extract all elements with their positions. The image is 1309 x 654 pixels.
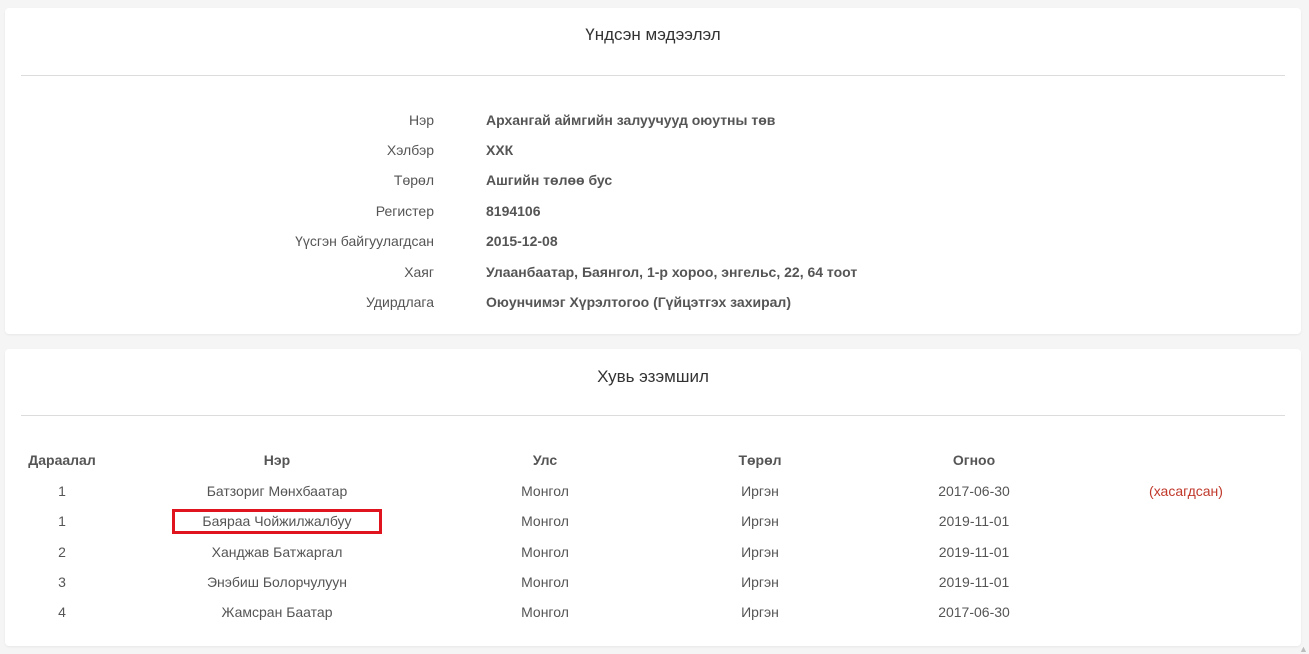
cell-type: Иргэн — [700, 604, 820, 620]
info-row-management: Удирдлага Оюунчимэг Хүрэлтогоо (Гүйцэтгэ… — [5, 294, 1301, 314]
info-row-type: Төрөл Ашгийн төлөө бус — [5, 172, 1301, 192]
info-row-founded: Үүсгэн байгуулагдсан 2015-12-08 — [5, 233, 1301, 253]
info-value: 2015-12-08 — [486, 233, 558, 249]
header-type: Төрөл — [700, 452, 820, 468]
cell-type: Иргэн — [700, 513, 820, 529]
removed-note: (хасагдсан) — [1116, 483, 1256, 499]
header-country: Улс — [485, 452, 605, 468]
cell-date: 2019-11-01 — [914, 544, 1034, 560]
info-label: Нэр — [409, 112, 434, 128]
cell-type: Иргэн — [700, 483, 820, 499]
basic-info-title: Үндсэн мэдээлэл — [5, 25, 1301, 45]
highlight-box: Баяраа Чойжилжалбуу — [172, 509, 381, 534]
cell-date: 2017-06-30 — [914, 604, 1034, 620]
cell-country: Монгол — [485, 544, 605, 560]
table-row: 4 Жамсран Баатар Монгол Иргэн 2017-06-30 — [5, 604, 1301, 624]
header-seq: Дараалал — [22, 452, 102, 468]
cell-seq: 3 — [22, 574, 102, 590]
cell-name-highlighted: Баяраа Чойжилжалбуу — [157, 513, 397, 534]
info-value: Улаанбаатар, Баянгол, 1-р хороо, энгельс… — [486, 264, 857, 280]
table-row: 3 Энэбиш Болорчулуун Монгол Иргэн 2019-1… — [5, 574, 1301, 594]
info-value: Оюунчимэг Хүрэлтогоо (Гүйцэтгэх захирал) — [486, 294, 791, 310]
ownership-card: Хувь эзэмшил Дараалал Нэр Улс Төрөл Огно… — [5, 349, 1301, 646]
cell-seq: 1 — [22, 483, 102, 499]
cell-name: Энэбиш Болорчулуун — [157, 574, 397, 590]
table-row: 2 Ханджав Батжаргал Монгол Иргэн 2019-11… — [5, 544, 1301, 564]
scroll-up-icon[interactable]: ▲ — [1299, 645, 1307, 653]
ownership-divider — [21, 415, 1285, 416]
info-value: 8194106 — [486, 203, 541, 219]
cell-country: Монгол — [485, 604, 605, 620]
cell-seq: 2 — [22, 544, 102, 560]
info-row-form: Хэлбэр ХХК — [5, 142, 1301, 162]
cell-date: 2017-06-30 — [914, 483, 1034, 499]
cell-name: Жамсран Баатар — [157, 604, 397, 620]
cell-name: Ханджав Батжаргал — [157, 544, 397, 560]
info-row-register: Регистер 8194106 — [5, 203, 1301, 223]
info-label: Төрөл — [394, 172, 434, 188]
header-date: Огноо — [914, 452, 1034, 468]
cell-name: Батзориг Мөнхбаатар — [157, 483, 397, 499]
table-row-removed: 1 Батзориг Мөнхбаатар Монгол Иргэн 2017-… — [5, 483, 1301, 503]
table-row: 1 Баяраа Чойжилжалбуу Монгол Иргэн 2019-… — [5, 513, 1301, 533]
ownership-title: Хувь эзэмшил — [5, 367, 1301, 387]
cell-seq: 1 — [22, 513, 102, 529]
basic-info-divider — [21, 75, 1285, 76]
cell-type: Иргэн — [700, 574, 820, 590]
basic-info-card: Үндсэн мэдээлэл Нэр Архангай аймгийн зал… — [5, 8, 1301, 334]
info-label: Удирдлага — [366, 294, 434, 310]
info-label: Хэлбэр — [387, 142, 434, 158]
cell-country: Монгол — [485, 574, 605, 590]
info-label: Хаяг — [404, 264, 434, 280]
header-name: Нэр — [157, 452, 397, 468]
info-row-address: Хаяг Улаанбаатар, Баянгол, 1-р хороо, эн… — [5, 264, 1301, 284]
cell-seq: 4 — [22, 604, 102, 620]
info-label: Регистер — [376, 203, 434, 219]
cell-country: Монгол — [485, 513, 605, 529]
cell-date: 2019-11-01 — [914, 513, 1034, 529]
cell-country: Монгол — [485, 483, 605, 499]
ownership-table-header: Дараалал Нэр Улс Төрөл Огноо — [5, 452, 1301, 472]
info-value: ХХК — [486, 142, 513, 158]
info-label: Үүсгэн байгуулагдсан — [295, 233, 434, 249]
info-value: Ашгийн төлөө бус — [486, 172, 612, 188]
info-row-name: Нэр Архангай аймгийн залуучууд оюутны тө… — [5, 112, 1301, 132]
info-value: Архангай аймгийн залуучууд оюутны төв — [486, 112, 775, 128]
cell-type: Иргэн — [700, 544, 820, 560]
cell-date: 2019-11-01 — [914, 574, 1034, 590]
